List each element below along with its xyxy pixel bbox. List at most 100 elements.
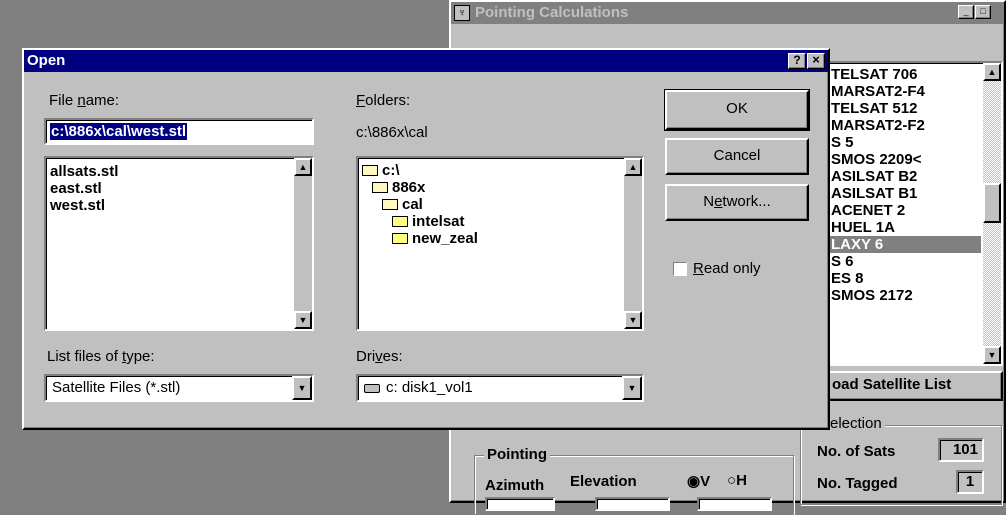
satellite-list-item[interactable]: MARSAT2-F4	[829, 83, 981, 100]
radio-h[interactable]: ○H	[727, 472, 747, 489]
satellite-list-item[interactable]: ASILSAT B1	[829, 185, 981, 202]
checkbox-icon	[673, 262, 687, 276]
cancel-label: Cancel	[713, 147, 761, 164]
folder-tree-item[interactable]: new_zeal	[362, 230, 478, 247]
no-of-sats-label: No. of Sats	[817, 443, 896, 460]
azimuth-label: Azimuth	[485, 477, 545, 494]
folder-tree-item[interactable]: intelsat	[362, 213, 478, 230]
load-satellite-list-button[interactable]: oad Satellite List	[827, 371, 1003, 401]
radio-h-label: H	[736, 472, 747, 489]
open-dialog: Open ? × File name: c:\886x\cal\west.stl…	[22, 48, 830, 430]
drives-label: Drives:	[356, 348, 403, 365]
folder-scroll-up-icon[interactable]: ▲	[624, 158, 642, 176]
folder-tree-scrollbar[interactable]	[624, 158, 642, 329]
close-button[interactable]: ×	[807, 53, 825, 69]
satellite-list-item[interactable]: TELSAT 706	[829, 66, 981, 83]
file-name-input[interactable]: c:\886x\cal\west.stl	[44, 118, 314, 145]
folder-scroll-down-icon[interactable]: ▼	[624, 311, 642, 329]
satellite-list-item[interactable]: LAXY 6	[829, 236, 981, 253]
pointing-group-label: Pointing	[484, 446, 550, 463]
file-list-item[interactable]: allsats.stl	[50, 163, 118, 180]
elevation-label: Elevation	[570, 473, 637, 490]
drive-icon	[364, 384, 380, 393]
read-only-key: R	[693, 260, 704, 277]
pointing-title-bar[interactable]: ♆ Pointing Calculations _ □	[451, 2, 1004, 24]
folders-label-post: olders:	[365, 92, 411, 109]
file-name-label-post: ame:	[85, 92, 120, 109]
scroll-thumb[interactable]	[983, 183, 1001, 223]
satellite-list-item[interactable]: MARSAT2-F2	[829, 117, 981, 134]
satellite-list-item[interactable]: SMOS 2172	[829, 287, 981, 304]
folder-name: 886x	[392, 179, 426, 196]
no-tagged-label: No. Tagged	[817, 475, 898, 492]
folders-label: Folders:	[356, 92, 410, 109]
list-type-dropdown-icon[interactable]: ▼	[292, 376, 312, 400]
satellite-list-item[interactable]: ACENET 2	[829, 202, 981, 219]
dialog-title-bar[interactable]: Open ? ×	[24, 50, 828, 72]
file-name-label-key: n	[77, 92, 86, 109]
satellite-list-items: TELSAT 706 MARSAT2-F4 TELSAT 512 MARSAT2-F2…	[829, 66, 981, 304]
list-type-label-pre: List files of	[47, 348, 123, 365]
file-scroll-up-icon[interactable]: ▲	[294, 158, 312, 176]
network-label-pre: N	[703, 193, 715, 210]
azimuth-field[interactable]	[485, 497, 555, 511]
list-type-select[interactable]: Satellite Files (*.stl) ▼	[44, 374, 314, 402]
radio-v[interactable]: ◉V	[687, 472, 710, 490]
file-list-scrollbar[interactable]	[294, 158, 312, 329]
scroll-up-icon[interactable]: ▲	[983, 63, 1001, 81]
file-list-item[interactable]: east.stl	[50, 180, 118, 197]
network-label-post: twork...	[722, 193, 771, 210]
network-button[interactable]: Network...	[665, 184, 809, 221]
folder-tree-item[interactable]: 886x	[362, 179, 478, 196]
folder-icon	[392, 233, 408, 244]
elevation-field[interactable]	[595, 497, 670, 511]
radio-h-icon: ○	[727, 472, 737, 489]
satellite-list-item[interactable]: ES 8	[829, 270, 981, 287]
load-satellite-list-label: oad Satellite List	[832, 376, 952, 393]
cancel-button[interactable]: Cancel	[665, 138, 809, 175]
maximize-icon[interactable]: □	[975, 5, 991, 19]
drives-dropdown-icon[interactable]: ▼	[622, 376, 642, 400]
no-of-sats-value: 101	[952, 441, 978, 458]
folder-name: new_zeal	[412, 230, 478, 247]
satellite-list-item[interactable]: S 5	[829, 134, 981, 151]
dialog-title: Open	[27, 52, 66, 69]
folder-icon	[392, 216, 408, 227]
file-list-items: allsats.stl east.stl west.stl	[50, 163, 118, 214]
file-scroll-down-icon[interactable]: ▼	[294, 311, 312, 329]
satellite-list-item[interactable]: HUEL 1A	[829, 219, 981, 236]
drives-label-key: v	[375, 348, 383, 365]
drives-label-pre: Dri	[356, 348, 376, 365]
no-tagged-value: 1	[965, 473, 975, 490]
satellite-list-item[interactable]: SMOS 2209<	[829, 151, 981, 168]
open-folder-icon	[382, 199, 398, 210]
file-list[interactable]: allsats.stl east.stl west.stl ▲ ▼	[44, 156, 314, 331]
satellite-list-item[interactable]: ASILSAT B2	[829, 168, 981, 185]
ok-button[interactable]: OK	[664, 89, 810, 131]
close-icon: ×	[812, 52, 820, 67]
radio-v-icon: ◉	[687, 473, 701, 490]
folder-tree[interactable]: c:\ 886x cal intelsat new_zeal ▲ ▼	[356, 156, 644, 331]
ok-label: OK	[726, 100, 748, 117]
satellite-list-item[interactable]: TELSAT 512	[829, 100, 981, 117]
help-button[interactable]: ?	[788, 53, 806, 69]
no-tagged-field: 1	[956, 470, 984, 494]
file-name-label: File name:	[49, 92, 119, 109]
current-folder-path: c:\886x\cal	[356, 124, 428, 141]
satellite-list[interactable]: TELSAT 706 MARSAT2-F4 TELSAT 512 MARSAT2-F2…	[827, 61, 1003, 366]
folder-tree-item[interactable]: cal	[362, 196, 478, 213]
scroll-down-icon[interactable]: ▼	[983, 346, 1001, 364]
folder-tree-item[interactable]: c:\	[362, 162, 478, 179]
help-icon: ?	[793, 53, 801, 67]
folder-name: intelsat	[412, 213, 465, 230]
satellite-list-item[interactable]: S 6	[829, 253, 981, 270]
pol-field[interactable]	[697, 497, 772, 511]
file-name-label-pre: File	[49, 92, 78, 109]
selection-group-label: election	[827, 415, 885, 432]
drives-select[interactable]: c: disk1_vol1 ▼	[356, 374, 644, 402]
minimize-icon[interactable]: _	[958, 5, 974, 19]
file-list-item[interactable]: west.stl	[50, 197, 118, 214]
folder-tree-items: c:\ 886x cal intelsat new_zeal	[362, 162, 478, 247]
open-folder-icon	[362, 165, 378, 176]
no-of-sats-field: 101	[938, 438, 984, 462]
